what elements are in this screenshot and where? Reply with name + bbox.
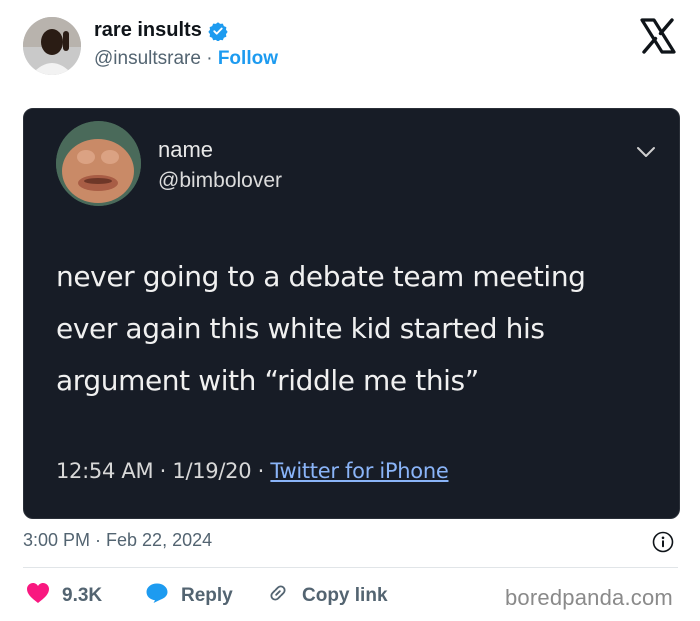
separator: · — [206, 48, 213, 69]
inner-meta-source: Twitter for iPhone — [270, 459, 449, 483]
watermark: boredpanda.com — [505, 585, 673, 610]
inner-tweet-text: never going to a debate team meeting eve… — [56, 251, 656, 407]
reply-button[interactable]: Reply — [145, 582, 233, 610]
like-count: 9.3K — [62, 585, 103, 606]
inner-display-name: name — [158, 137, 214, 162]
tweet-timestamp[interactable]: 3:00 PM · Feb 22, 2024 — [23, 530, 212, 551]
follow-button[interactable]: Follow — [218, 48, 278, 69]
author-name-text[interactable]: rare insults — [94, 19, 202, 42]
embedded-tweet-screenshot[interactable]: name @bimbolover never going to a debate… — [23, 108, 680, 519]
author-handle[interactable]: @insultsrare — [94, 48, 201, 69]
x-logo-icon[interactable] — [638, 16, 678, 56]
reply-bubble-icon — [145, 582, 169, 610]
inner-avatar — [56, 121, 141, 206]
link-icon — [266, 582, 290, 610]
author-handle-row: @insultsrare · Follow — [94, 48, 278, 70]
inner-meta: 12:54 AM · 1/19/20 · Twitter for iPhone — [56, 459, 449, 483]
divider — [23, 567, 678, 568]
info-icon[interactable] — [652, 531, 674, 553]
verified-badge-icon — [208, 21, 228, 42]
heart-icon — [26, 582, 50, 610]
copy-link-button[interactable]: Copy link — [266, 582, 388, 610]
inner-text-line: never going to a debate team meeting — [56, 260, 586, 293]
inner-text-line: argument with “riddle me this” — [56, 364, 479, 397]
chevron-down-icon — [636, 145, 656, 159]
author-avatar[interactable] — [23, 17, 81, 75]
inner-meta-time: 12:54 AM · 1/19/20 · — [56, 459, 271, 483]
like-button[interactable]: 9.3K — [26, 582, 102, 610]
reply-label: Reply — [181, 585, 233, 606]
copy-link-label: Copy link — [302, 585, 388, 606]
author-name[interactable]: rare insults — [94, 19, 228, 42]
inner-handle: @bimbolover — [158, 169, 283, 192]
inner-text-line: ever again this white kid started his — [56, 312, 545, 345]
